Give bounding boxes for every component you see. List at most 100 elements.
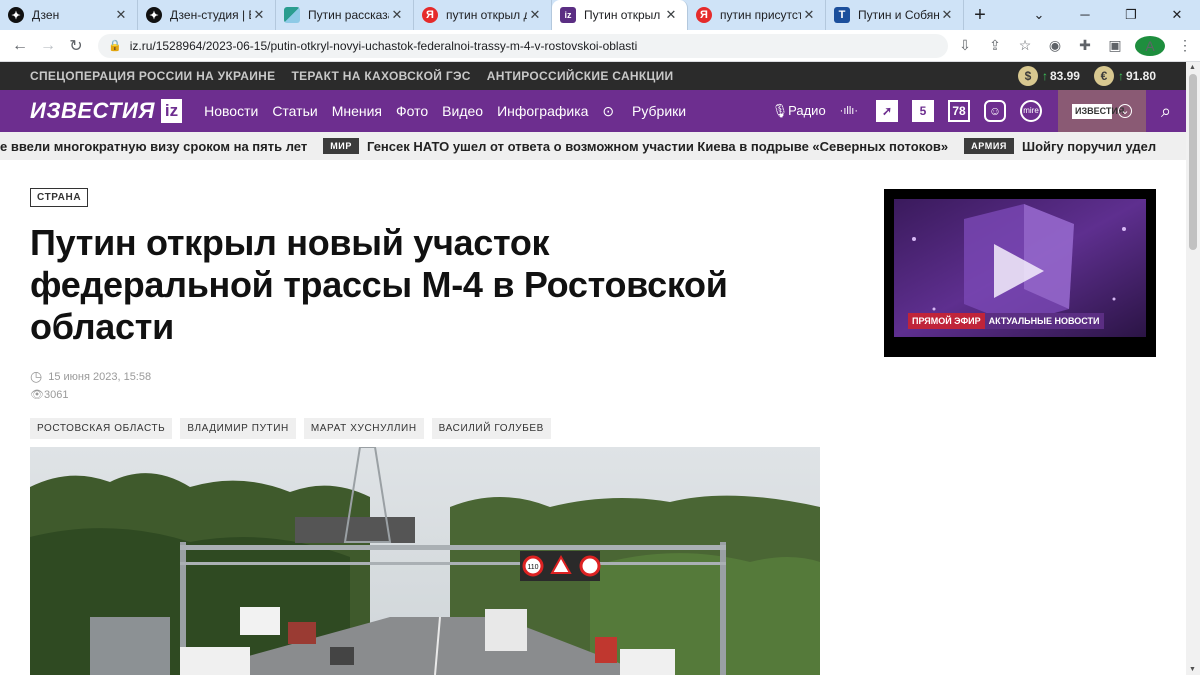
yandex-icon: Я: [696, 7, 712, 23]
star-icon[interactable]: ☆: [1010, 37, 1040, 54]
scrollbar-thumb[interactable]: [1189, 74, 1197, 250]
channel-78-icon[interactable]: 78: [948, 100, 970, 122]
euro-icon: €: [1093, 66, 1114, 86]
forward-arrow-icon[interactable]: →: [34, 37, 62, 55]
chevron-circle-icon: ⊙: [602, 102, 619, 119]
special-link[interactable]: ТЕРАКТ НА КАХОВСКОЙ ГЭС: [291, 69, 470, 83]
avatar[interactable]: A: [1135, 35, 1165, 56]
highway-photo: 110: [30, 447, 820, 675]
live-tv-widget[interactable]: ПРЯМОЙ ЭФИР АКТУАЛЬНЫЕ НОВОСТИ: [884, 189, 1156, 357]
logo-word: ИЗВЕСТИЯ: [30, 98, 155, 123]
back-arrow-icon[interactable]: ←: [6, 37, 34, 55]
browser-tab[interactable]: ✦ Дзен ✕: [0, 0, 138, 30]
install-icon[interactable]: ⇩: [950, 37, 980, 54]
close-icon[interactable]: ✕: [527, 7, 543, 23]
close-icon[interactable]: ✕: [113, 7, 129, 23]
url-text: iz.ru/1528964/2023-06-15/putin-otkryl-no…: [129, 38, 638, 53]
special-link[interactable]: СПЕЦОПЕРАЦИЯ РОССИИ НА УКРАИНЕ: [30, 69, 275, 83]
search-icon[interactable]: ⌕: [1146, 101, 1186, 122]
close-icon[interactable]: ✕: [939, 7, 955, 23]
close-icon[interactable]: ✕: [251, 7, 267, 23]
channel-logo-icon[interactable]: ☺: [984, 100, 1006, 122]
minimize-icon[interactable]: ─: [1062, 0, 1108, 30]
browser-tab-active[interactable]: iz Путин открыл но ✕: [552, 0, 688, 30]
speed-sign-text: 110: [527, 564, 538, 571]
news-ticker: е ввели многократную визу сроком на пять…: [0, 132, 1186, 160]
t-icon: T: [834, 7, 850, 23]
url-field[interactable]: 🔒 iz.ru/1528964/2023-06-15/putin-otkryl-…: [98, 33, 948, 58]
nav-link[interactable]: Новости: [204, 103, 258, 120]
dzen-icon: ✦: [8, 7, 24, 23]
izvestia-logo[interactable]: ИЗВЕСТИЯ iz: [30, 98, 183, 124]
news-badge: АКТУАЛЬНЫЕ НОВОСТИ: [984, 313, 1104, 329]
radio-label: Радио: [788, 103, 826, 118]
site-icon: [284, 7, 300, 23]
nav-link[interactable]: Фото: [396, 103, 428, 120]
up-arrow-icon: ↑: [1041, 69, 1048, 83]
waveform-icon[interactable]: ·ıllı·: [840, 105, 858, 117]
chevron-down-icon: ⌄: [1118, 104, 1132, 118]
page-scrollbar[interactable]: ▲ ▼: [1186, 62, 1200, 675]
ticker-item[interactable]: Генсек НАТО ушел от ответа о возможном у…: [367, 139, 948, 154]
top-special-strip: СПЕЦОПЕРАЦИЯ РОССИИ НА УКРАИНЕ ТЕРАКТ НА…: [0, 62, 1186, 90]
mire-icon[interactable]: mire: [1020, 100, 1042, 122]
mini-logo: ИЗВЕСТИЯ: [1072, 103, 1124, 119]
browser-tab[interactable]: Я путин присутств ✕: [688, 0, 826, 30]
eye-icon: 👁: [30, 389, 44, 401]
tv-label: ПРЯМОЙ ЭФИР АКТУАЛЬНЫЕ НОВОСТИ: [908, 313, 1104, 329]
dollar-icon: $: [1017, 66, 1038, 86]
restore-icon[interactable]: ❐: [1108, 0, 1154, 30]
currency-rates: $ ↑ 83.99 € ↑ 91.80: [1017, 66, 1156, 86]
ticker-tag: АРМИЯ: [964, 138, 1014, 154]
tab-search-chevron-icon[interactable]: ⌄: [1016, 0, 1062, 30]
tag-link[interactable]: РОСТОВСКАЯ ОБЛАСТЬ: [30, 418, 173, 439]
lock-icon[interactable]: 🔒: [108, 39, 122, 52]
sidebar-icon[interactable]: ▣: [1100, 37, 1130, 54]
tab-label: путин присутств: [720, 8, 801, 22]
ticker-item[interactable]: е ввели многократную визу сроком на пять…: [0, 139, 307, 154]
extension-globe-icon[interactable]: ◉: [1040, 37, 1070, 54]
dzen-icon: ✦: [146, 7, 162, 23]
close-icon[interactable]: ✕: [663, 7, 679, 23]
browser-tab[interactable]: Я путин открыл до ✕: [414, 0, 552, 30]
scroll-down-icon[interactable]: ▼: [1189, 666, 1196, 673]
browser-tab[interactable]: T Путин и Собянин ✕: [826, 0, 964, 30]
toolbar-icons: ⇩ ⇪ ☆ ◉ ✚ ▣ A ⋮: [950, 35, 1200, 56]
tag-link[interactable]: ВАСИЛИЙ ГОЛУБЕВ: [431, 418, 551, 439]
share-icon[interactable]: ⇪: [980, 37, 1010, 54]
channel-arrow-icon[interactable]: ➚: [876, 100, 898, 122]
logo-iz: iz: [160, 99, 183, 123]
article-date: ◷ 15 июня 2023, 15:58: [30, 368, 151, 385]
browser-tab[interactable]: Путин рассказал ✕: [276, 0, 414, 30]
ticker-item[interactable]: Шойгу поручил удел: [1022, 139, 1156, 154]
reload-icon[interactable]: ↻: [62, 36, 90, 56]
menu-dots-icon[interactable]: ⋮: [1170, 37, 1200, 54]
nav-links: Новости Статьи Мнения Фото Видео Инфогра…: [204, 103, 714, 120]
microphone-icon: 🎙: [771, 103, 789, 118]
browser-tab[interactable]: ✦ Дзен-студия | Ве ✕: [138, 0, 276, 30]
close-window-icon[interactable]: ✕: [1154, 0, 1200, 30]
language-selector[interactable]: ИЗВЕСТИЯ ⌄: [1058, 90, 1146, 132]
article-views: 👁 3061: [30, 388, 68, 402]
live-badge: ПРЯМОЙ ЭФИР: [908, 313, 985, 329]
nav-link[interactable]: Видео: [442, 103, 483, 120]
tag-link[interactable]: ВЛАДИМИР ПУТИН: [180, 418, 296, 439]
nav-link[interactable]: Статьи: [272, 103, 317, 120]
tag-link[interactable]: МАРАТ ХУСНУЛЛИН: [303, 418, 424, 439]
clock-icon: ◷: [30, 368, 43, 384]
close-icon[interactable]: ✕: [801, 7, 817, 23]
new-tab-plus-icon[interactable]: +: [964, 0, 996, 30]
nav-link[interactable]: Мнения: [332, 103, 382, 120]
close-icon[interactable]: ✕: [389, 7, 405, 23]
channel-5-icon[interactable]: 5: [912, 100, 934, 122]
rubric-badge[interactable]: СТРАНА: [30, 188, 89, 207]
nav-link[interactable]: Инфографика: [497, 103, 588, 120]
rubrics-dropdown[interactable]: ⊙ Рубрики: [602, 103, 700, 120]
browser-tab-strip: ✦ Дзен ✕ ✦ Дзен-студия | Ве ✕ Путин расс…: [0, 0, 1200, 30]
extensions-puzzle-icon[interactable]: ✚: [1070, 37, 1100, 54]
scroll-up-icon[interactable]: ▲: [1189, 64, 1196, 71]
radio-link[interactable]: 🎙Радио: [772, 103, 826, 119]
article-photo: 110: [30, 447, 820, 675]
ticker-tag: МИР: [323, 138, 359, 154]
special-link[interactable]: АНТИРОССИЙСКИЕ САНКЦИИ: [487, 69, 674, 83]
